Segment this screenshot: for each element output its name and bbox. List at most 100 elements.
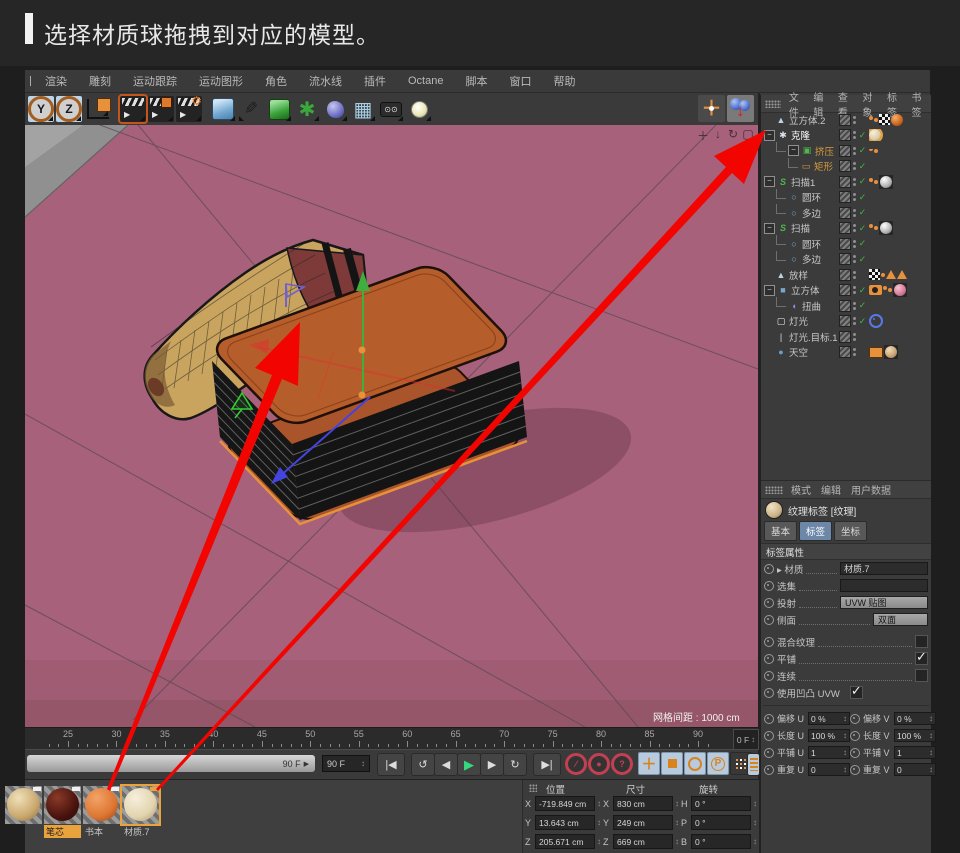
uv-field-重复 U[interactable]: 0↕ — [808, 763, 850, 776]
menu-item-角色[interactable]: 角色 — [254, 73, 298, 89]
axis-y-lock-button[interactable]: Y — [28, 96, 54, 122]
object-row-立方体.2[interactable]: ▲立方体.2 — [761, 112, 931, 128]
cycle-button[interactable]: ↻ — [503, 753, 527, 776]
uv-field-长度 V[interactable]: 100 %↕ — [894, 729, 936, 742]
anim-dot-icon[interactable] — [764, 765, 774, 775]
render-view-button[interactable]: ▶ — [120, 96, 146, 122]
layer-icon[interactable] — [839, 160, 851, 172]
coord-field-0-Z[interactable]: 205.671 cm — [535, 834, 595, 849]
record-key-button[interactable]: ⁄ — [565, 753, 587, 774]
object-row-扫描[interactable]: −S扫描✓ — [761, 221, 931, 237]
timeline-settings-button[interactable] — [747, 753, 760, 776]
layer-icon[interactable] — [839, 238, 851, 250]
tab-坐标[interactable]: 坐标 — [834, 521, 867, 541]
menu-item-脚本[interactable]: 脚本 — [454, 73, 498, 89]
goto-end-button[interactable]: ▶| — [533, 753, 561, 776]
expand-toggle[interactable]: − — [764, 130, 775, 141]
uv-field-偏移 U[interactable]: 0 %↕ — [808, 712, 850, 725]
anim-dot-icon[interactable] — [764, 688, 774, 698]
coord-field-1-X[interactable]: 830 cm — [613, 796, 673, 811]
tri-tag-icon[interactable] — [886, 270, 896, 279]
layer-icon[interactable] — [839, 331, 851, 343]
layer-icon[interactable] — [839, 176, 851, 188]
drag-material-icon[interactable]: ↓ — [727, 95, 754, 122]
layer-icon[interactable] — [839, 315, 851, 327]
camera-button[interactable]: ⊙⊙ — [378, 96, 404, 122]
layer-icon[interactable] — [839, 191, 851, 203]
coord-field-1-Z[interactable]: 669 cm — [613, 834, 673, 849]
object-row-挤压[interactable]: −▣挤压✓ — [761, 143, 931, 159]
anim-dot-icon[interactable] — [850, 765, 860, 775]
object-row-克隆[interactable]: −✱克隆✓ — [761, 128, 931, 144]
coord-field-0-X[interactable]: -719.849 cm — [535, 796, 595, 811]
coord-field-2-B[interactable]: 0 ° — [691, 834, 751, 849]
ball-silver-tag-icon[interactable] — [879, 175, 893, 189]
enable-toggle[interactable]: ✓ — [856, 223, 869, 234]
attr-dropdown-投射[interactable]: UVW 贴图 — [840, 596, 928, 609]
timeline-ruler[interactable]: 25303540455055606570758085900 F↕ — [25, 727, 758, 750]
goto-start-button[interactable]: |◀ — [377, 753, 405, 776]
layer-icon[interactable] — [839, 114, 851, 126]
object-row-扫描1[interactable]: −S扫描1✓ — [761, 174, 931, 190]
add-cube-button[interactable] — [210, 96, 236, 122]
dots-tag-icon[interactable] — [869, 226, 878, 230]
layer-icon[interactable] — [839, 253, 851, 265]
expand-toggle[interactable]: − — [764, 176, 775, 187]
checker-tag-icon[interactable] — [879, 114, 890, 125]
deformer-button[interactable] — [322, 96, 348, 122]
viewport-3d[interactable]: 网格间距 : 1000 cm ＋ ↓ ↻ ▢ — [25, 125, 758, 727]
rotate-icon[interactable]: ↻ — [727, 127, 739, 144]
menu-item-雕刻[interactable]: 雕刻 — [78, 73, 122, 89]
menu-item-窗口[interactable]: 窗口 — [498, 73, 542, 89]
material-材质.7[interactable]: 材质.7 — [122, 786, 159, 838]
coord-field-2-H[interactable]: 0 ° — [691, 796, 751, 811]
frame-range-slider[interactable]: 90 F▶ — [27, 755, 315, 772]
anim-dot-icon[interactable] — [764, 615, 774, 625]
play-button[interactable]: ▶ — [457, 753, 481, 776]
ball-tan-tag-icon[interactable] — [884, 345, 898, 359]
checker-tag-icon[interactable] — [869, 269, 880, 280]
uv-field-平铺 V[interactable]: 1↕ — [894, 746, 936, 759]
attr-checkbox-连续[interactable] — [915, 669, 928, 682]
dots-tag-icon[interactable] — [869, 118, 878, 122]
record-rotation-button[interactable] — [684, 753, 706, 774]
layer-icon[interactable] — [839, 222, 851, 234]
object-row-圆环[interactable]: ○圆环✓ — [761, 190, 931, 206]
uv-field-平铺 U[interactable]: 1↕ — [808, 746, 850, 759]
mograph-cloner-button[interactable]: ✱ — [294, 96, 320, 122]
dots-tag-icon[interactable] — [869, 180, 878, 184]
next-key-button[interactable]: ▶ — [480, 753, 504, 776]
tri-tag-icon[interactable] — [897, 270, 907, 279]
anim-dot-icon[interactable] — [850, 731, 860, 741]
target-tag-icon[interactable] — [869, 314, 883, 328]
enable-toggle[interactable]: ✓ — [856, 300, 869, 311]
coord-field-1-Y[interactable]: 249 cm — [613, 815, 673, 830]
current-frame-field[interactable]: 90 F↕ — [322, 755, 370, 772]
attr-field-材质[interactable]: 材质.7 — [840, 562, 928, 575]
render-settings-button[interactable]: ▶⚙ — [176, 96, 202, 122]
uv-field-长度 U[interactable]: 100 %↕ — [808, 729, 850, 742]
menu-item-帮助[interactable]: 帮助 — [542, 73, 586, 89]
enable-toggle[interactable]: ✓ — [856, 207, 869, 218]
enable-toggle[interactable]: ✓ — [856, 161, 869, 172]
anim-dot-icon[interactable] — [764, 748, 774, 758]
menu-item-运动跟踪[interactable]: 运动跟踪 — [122, 73, 188, 89]
anim-dot-icon[interactable] — [764, 654, 774, 664]
compositing-tag-icon[interactable] — [869, 347, 883, 358]
material-partial[interactable] — [5, 786, 42, 825]
anim-dot-icon[interactable] — [764, 671, 774, 681]
dots-tag-icon[interactable] — [869, 149, 878, 153]
loop-range-button[interactable]: ↺ — [411, 753, 435, 776]
anim-dot-icon[interactable] — [764, 598, 774, 608]
maximize-icon[interactable]: ▢ — [742, 127, 754, 144]
attr-checkbox-混合纹理[interactable] — [915, 635, 928, 648]
object-row-灯光[interactable]: ▢灯光✓ — [761, 314, 931, 330]
object-row-圆环[interactable]: ○圆环✓ — [761, 236, 931, 252]
attr-field-选集[interactable] — [840, 579, 928, 592]
ball-cream-selected-tag-icon[interactable] — [869, 129, 881, 141]
attr-dropdown-侧面[interactable]: 双面 — [873, 613, 928, 626]
uv-field-重复 V[interactable]: 0↕ — [894, 763, 936, 776]
subdivision-surface-button[interactable] — [266, 96, 292, 122]
coord-field-0-Y[interactable]: 13.643 cm — [535, 815, 595, 830]
enable-toggle[interactable]: ✓ — [856, 285, 869, 296]
